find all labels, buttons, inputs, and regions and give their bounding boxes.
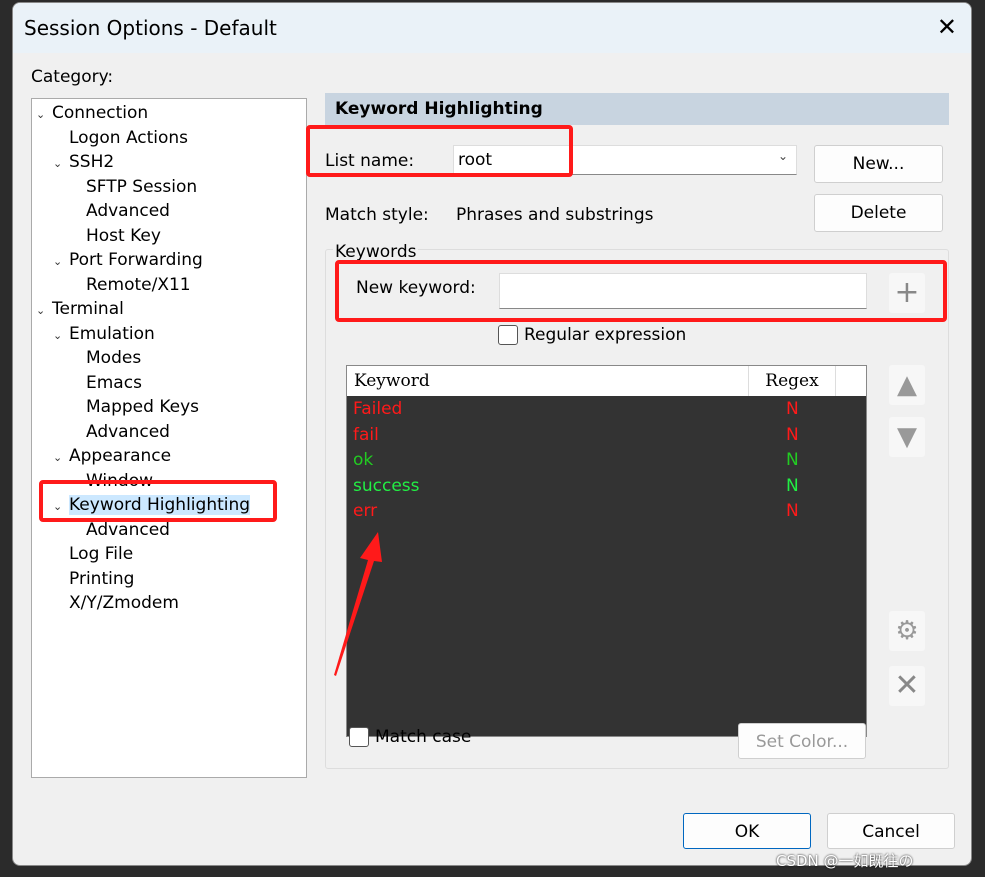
column-header-keyword[interactable]: Keyword	[354, 371, 430, 391]
keywords-group-label: Keywords	[333, 242, 419, 262]
match-case-label: Match case	[375, 727, 472, 747]
tree-item-label: Emulation	[69, 323, 155, 344]
tree-item-label: Advanced	[86, 421, 170, 442]
list-header: Keyword Regex	[347, 366, 866, 396]
keyword-text: Failed	[353, 399, 403, 419]
window-title: Session Options - Default	[24, 16, 277, 40]
category-tree[interactable]: ⌄ Connection Logon Actions ⌄ SSH2 SFTP Sessio…	[31, 98, 307, 778]
tree-item-label: X/Y/Zmodem	[69, 593, 179, 613]
chevron-down-icon[interactable]: ⌄	[53, 152, 69, 176]
chevron-down-icon[interactable]: ⌄	[53, 446, 69, 470]
checkbox-icon	[498, 325, 518, 345]
tree-item-label: Printing	[69, 568, 135, 589]
keyword-text: ok	[353, 450, 374, 470]
keyword-row[interactable]: fail N	[353, 423, 853, 448]
tree-item-label: Modes	[86, 348, 142, 368]
keyword-list[interactable]: Keyword Regex Failed Nfail Nok Nsuccess Nerr…	[346, 365, 867, 737]
chevron-down-icon[interactable]: ⌄	[53, 250, 69, 274]
keyword-text: fail	[353, 424, 379, 445]
title-bar: Session Options - Default ✕	[13, 3, 971, 53]
keyword-row[interactable]: err N	[353, 499, 853, 524]
annotation-box-keyword-highlighting	[39, 480, 277, 522]
match-style-value: Phrases and substrings	[456, 205, 654, 225]
checkbox-icon	[349, 727, 369, 747]
move-up-icon[interactable]: ▲	[889, 365, 925, 405]
regex-flag: N	[786, 501, 799, 521]
tree-item-label: SSH2	[69, 152, 115, 172]
annotation-box-list-name	[306, 125, 573, 177]
delete-button[interactable]: Delete	[814, 194, 943, 232]
tree-item-label: Appearance	[69, 446, 172, 466]
tree-item[interactable]: ⌄ Emulation	[53, 322, 155, 346]
move-down-icon[interactable]: ▼	[889, 417, 925, 457]
match-case-checkbox[interactable]: Match case	[349, 727, 471, 747]
tree-item-label: Remote/X11	[86, 274, 191, 295]
tree-item[interactable]: ⌄ Appearance	[53, 444, 171, 468]
tree-item-label: Connection	[52, 103, 149, 123]
chevron-down-icon: ⌄	[777, 149, 788, 163]
keyword-text: err	[353, 501, 378, 521]
keyword-text: success	[353, 475, 420, 496]
tree-item-label: SFTP Session	[86, 176, 198, 197]
keyword-row[interactable]: Failed N	[353, 397, 853, 422]
regex-checkbox[interactable]: Regular expression	[498, 325, 686, 345]
tree-item[interactable]: ⌄ Port Forwarding	[53, 248, 203, 272]
close-icon[interactable]: ✕	[937, 13, 957, 41]
tree-item[interactable]: SFTP Session	[70, 175, 197, 199]
annotation-arrow	[334, 532, 382, 676]
gear-icon[interactable]: ⚙	[889, 611, 925, 651]
chevron-down-icon[interactable]: ⌄	[53, 324, 69, 348]
tree-item[interactable]: Log File	[53, 542, 133, 566]
tree-item[interactable]: Emacs	[70, 371, 142, 395]
chevron-down-icon[interactable]: ⌄	[36, 299, 52, 323]
tree-item-label: Advanced	[86, 201, 170, 221]
delete-x-icon[interactable]: ✕	[889, 666, 925, 706]
keyword-row[interactable]: ok N	[353, 448, 853, 473]
keyword-row[interactable]: success N	[353, 474, 853, 499]
annotation-box-new-keyword	[335, 260, 947, 322]
tree-item-label: Logon Actions	[69, 127, 189, 148]
regex-flag: N	[786, 424, 799, 445]
ok-button[interactable]: OK	[683, 813, 811, 849]
new-button[interactable]: New...	[814, 145, 943, 183]
regex-flag: N	[786, 450, 799, 470]
section-header: Keyword Highlighting	[325, 93, 949, 125]
regex-flag: N	[786, 399, 799, 419]
tree-item[interactable]: Logon Actions	[53, 126, 188, 150]
tree-item-label: Port Forwarding	[69, 250, 203, 270]
chevron-down-icon[interactable]: ⌄	[36, 103, 52, 127]
category-label: Category:	[31, 67, 114, 87]
tree-item[interactable]: Modes	[70, 346, 141, 370]
tree-item[interactable]: Mapped Keys	[70, 395, 199, 419]
tree-item-label: Advanced	[86, 519, 170, 540]
tree-item[interactable]: Advanced	[70, 420, 170, 444]
tree-item[interactable]: Advanced	[70, 199, 170, 223]
tree-item-label: Log File	[69, 544, 134, 564]
watermark: CSDN @一如既往の	[776, 852, 914, 870]
tree-item-label: Host Key	[86, 225, 161, 246]
regex-flag: N	[786, 475, 799, 496]
column-header-regex[interactable]: Regex	[748, 366, 836, 396]
tree-item[interactable]: Remote/X11	[70, 273, 191, 297]
regex-checkbox-label: Regular expression	[524, 325, 687, 345]
tree-item[interactable]: X/Y/Zmodem	[53, 591, 179, 615]
set-color-button[interactable]: Set Color...	[738, 723, 866, 759]
tree-item-label: Terminal	[52, 299, 124, 319]
tree-item[interactable]: Printing	[53, 567, 134, 591]
tree-item-label: Emacs	[86, 372, 142, 393]
tree-item-label: Mapped Keys	[86, 397, 199, 417]
tree-item[interactable]: Host Key	[70, 224, 161, 248]
tree-item[interactable]: ⌄ Connection	[36, 101, 148, 125]
tree-item[interactable]: ⌄ SSH2	[53, 150, 114, 174]
tree-item[interactable]: ⌄ Terminal	[36, 297, 124, 321]
cancel-button[interactable]: Cancel	[827, 813, 955, 849]
match-style-label: Match style:	[325, 205, 429, 225]
